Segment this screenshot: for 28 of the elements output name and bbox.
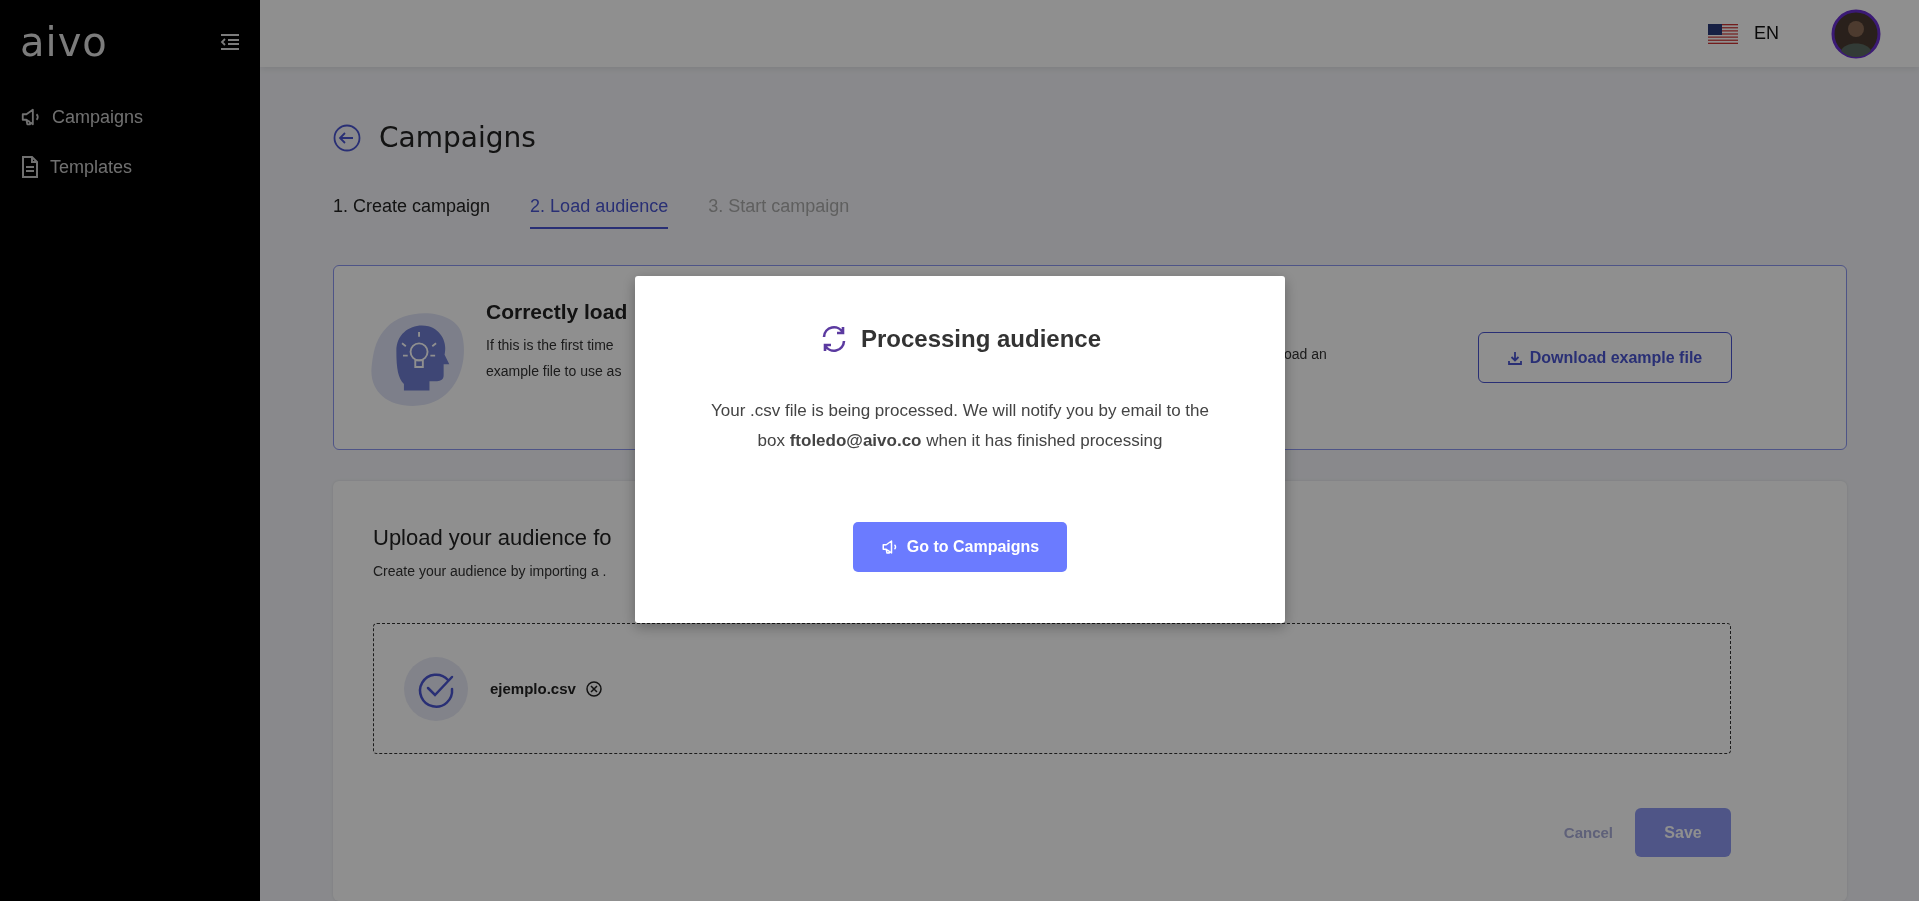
- dialog-message: Your .csv file is being processed. We will notify you by email to the box ftoledo@aivo.co when it has finished processing: [710, 400, 1210, 452]
- step-tab[interactable]: 2. Load audience: [530, 196, 669, 229]
- info-title: Correctly load: [486, 300, 626, 324]
- us-flag-icon[interactable]: [1708, 23, 1738, 44]
- file-name: ejemplo.csv: [490, 680, 576, 697]
- info-text: oad an: [1284, 346, 1327, 362]
- sidebar-item[interactable]: Templates: [20, 142, 240, 192]
- download-example-button[interactable]: Download example file: [1478, 332, 1732, 383]
- logo: aivo: [20, 22, 108, 62]
- megaphone-icon: [20, 106, 42, 128]
- sidebar-item[interactable]: Campaigns: [20, 92, 240, 142]
- collapse-menu-icon[interactable]: [220, 34, 240, 50]
- user-avatar[interactable]: [1831, 8, 1881, 59]
- check-circle-icon: [404, 656, 468, 721]
- language-label[interactable]: EN: [1754, 23, 1779, 44]
- info-text: example file to use as: [486, 362, 623, 381]
- document-icon: [20, 156, 40, 178]
- remove-icon[interactable]: [585, 680, 602, 697]
- step-tab[interactable]: 1. Create campaign: [333, 196, 491, 229]
- go-to-campaigns-button[interactable]: Go to Campaigns: [853, 522, 1067, 572]
- upload-title: Upload your audience fo: [373, 525, 612, 551]
- dialog-title: Processing audience: [860, 325, 1102, 353]
- page-title: Campaigns: [379, 121, 536, 154]
- download-icon: [1507, 350, 1522, 365]
- save-button[interactable]: Save: [1635, 808, 1731, 857]
- megaphone-icon: [880, 538, 899, 556]
- upload-subtitle: Create your audience by importing a .: [373, 563, 607, 579]
- info-text: If this is the first time: [486, 336, 615, 355]
